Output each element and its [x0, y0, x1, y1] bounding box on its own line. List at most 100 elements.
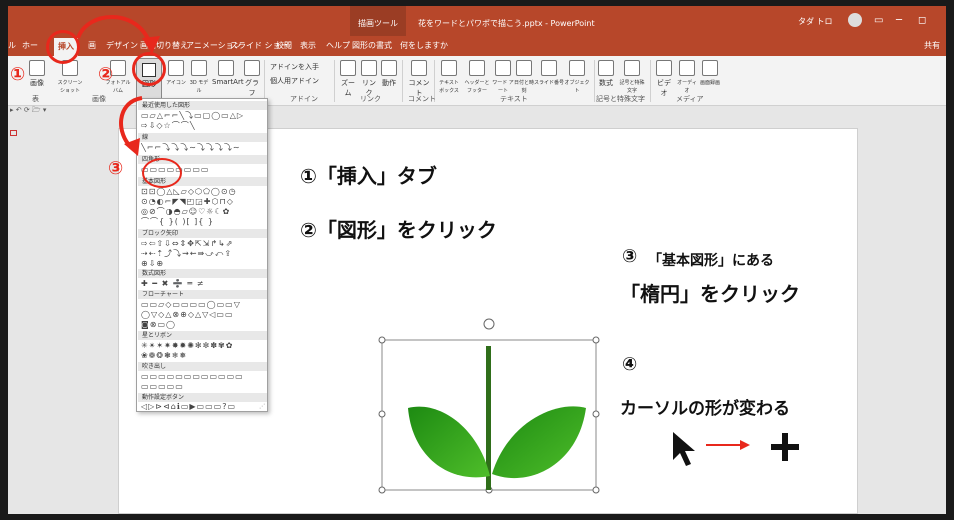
smartart-button[interactable]: SmartArt	[212, 60, 244, 86]
maximize-icon[interactable]: ◻	[918, 15, 926, 26]
shapes-gallery[interactable]: 最近使用した図形 ▭▱△⌐⌐╲⤵▭▢◯▭△▷ ⇨⇩◇☆⌒⌒╲ 線 ╲⌐⌐⤵⤵⤵∼…	[136, 98, 268, 412]
pictures-button[interactable]: 画像	[24, 60, 50, 88]
link-icon	[361, 60, 377, 76]
chart-button[interactable]: グラフ	[242, 60, 262, 98]
date-time-button[interactable]: 日付と時刻	[514, 60, 534, 94]
user-name[interactable]: タダ トロ	[798, 16, 833, 27]
step-3-number: ③	[622, 246, 638, 267]
gallery-row[interactable]: ◯▽◇△⊗⊕◇△▽◁▭▭	[141, 310, 265, 320]
gallery-row[interactable]: ╲⌐⌐⤵⤵⤵∼⤵⤵⤵⤵∼	[141, 143, 265, 153]
gallery-category-action-buttons: 動作設定ボタン	[138, 393, 267, 402]
rotate-handle-icon[interactable]	[483, 318, 495, 330]
tab-shape-format[interactable]: 図形の書式	[352, 40, 392, 51]
gallery-row[interactable]: ▭▭▭▭▭	[141, 382, 265, 392]
gallery-row[interactable]: ⌒⌒{ }( )[ ]{ }	[141, 217, 265, 227]
group-label-text: テキスト	[500, 95, 528, 103]
thumbnail-marker[interactable]	[10, 130, 17, 136]
avatar[interactable]	[848, 13, 862, 27]
action-button[interactable]: 動作	[380, 60, 398, 88]
resize-handle[interactable]	[592, 410, 600, 418]
slide-thumbnail-strip[interactable]	[8, 120, 20, 514]
resize-handle[interactable]	[378, 336, 386, 344]
symbol-label: 記号と特殊文字	[619, 80, 645, 94]
my-addins-button[interactable]: 個人用アドイン	[270, 76, 334, 86]
left-leaf	[408, 406, 490, 478]
text-box-button[interactable]: テキスト ボックス	[436, 60, 462, 94]
gallery-row[interactable]: ⇨⇩◇☆⌒⌒╲	[141, 121, 265, 131]
chart-icon	[244, 60, 260, 76]
smartart-icon	[218, 60, 234, 76]
wordart-button[interactable]: ワード アート	[492, 60, 514, 94]
screen-recording-button[interactable]: 画面録画	[700, 60, 720, 86]
zoom-label: ズーム	[341, 79, 355, 97]
tab-review[interactable]: 校閲	[276, 40, 292, 51]
header-footer-button[interactable]: ヘッダーとフッター	[464, 60, 490, 94]
tab-file[interactable]: ル	[8, 40, 16, 51]
zoom-icon	[340, 60, 356, 76]
screenshot-frame: 描画ツール 花をワードとパワポで描こう.pptx - PowerPoint タダ…	[0, 0, 954, 520]
gallery-row[interactable]: ▭▭▭▭▭▭▭▭▭▭▭▭	[141, 372, 265, 382]
screenshot-button[interactable]: スクリーンショット	[56, 60, 84, 94]
gallery-row[interactable]: ▭▭▱◇▭▭▭▭◯▭▭▽	[141, 300, 265, 310]
minimize-icon[interactable]: ─	[896, 15, 902, 26]
gallery-row[interactable]: ▭▱△⌐⌐╲⤵▭▢◯▭△▷	[141, 111, 265, 121]
gallery-category-lines: 線	[138, 133, 267, 142]
comment-icon	[411, 60, 427, 76]
slide-number-button[interactable]: スライド番号	[534, 60, 564, 86]
crosshair-cursor-icon	[771, 433, 799, 461]
pictures-label: 画像	[30, 79, 44, 87]
tab-help[interactable]: ヘルプ	[326, 40, 350, 51]
ribbon-display-icon[interactable]: ▭	[874, 15, 883, 26]
resize-handle[interactable]	[378, 410, 386, 418]
link-button[interactable]: リンク	[360, 60, 378, 98]
ribbon-separator	[334, 60, 335, 102]
audio-button[interactable]: オーディオ	[676, 60, 698, 94]
gallery-category-equation: 数式図形	[138, 269, 267, 278]
gallery-row[interactable]: ◎⊘⌒◑◓▱☺♡☼☾✿	[141, 207, 265, 217]
share-button[interactable]: 共有	[924, 40, 940, 51]
3d-models-button[interactable]: 3D モデル	[188, 60, 210, 94]
video-icon	[656, 60, 672, 76]
tab-home[interactable]: ホー	[22, 40, 38, 51]
gallery-row[interactable]: ⊙◔◐⌐◤◥◰◲✚⬡⊓◇	[141, 197, 265, 207]
gallery-row[interactable]: ⊡⊡◯△◺▱◇⬡⬠◯⊙◷	[141, 187, 265, 197]
step-4-text: カーソルの形が変わる	[620, 399, 790, 419]
gallery-row[interactable]: ⇢⇠⇡⤴⤵⇝⇜⇛⤻⤺⇪	[141, 249, 265, 259]
resize-handle[interactable]	[592, 486, 600, 494]
resize-handle[interactable]	[378, 486, 386, 494]
gallery-row[interactable]: ◙⊗▭◯	[141, 320, 265, 330]
pi-icon	[598, 60, 614, 76]
zoom-button[interactable]: ズーム	[338, 60, 358, 98]
gallery-row[interactable]: ✳✴✶✷✸✹✺✻✼✽✾✿	[141, 341, 265, 351]
gallery-row[interactable]: ⇨⇦⇧⇩⇔⇕✥⇱⇲↱↳⇗	[141, 239, 265, 249]
gallery-row[interactable]: ◁▷⊳⊲⌂ℹ▭▶▭▭▭?▭	[141, 402, 265, 412]
header-footer-icon	[469, 60, 485, 76]
get-addins-label: アドインを入手	[270, 63, 319, 71]
object-button[interactable]: オブジェクト	[564, 60, 590, 94]
gallery-row[interactable]: ❀❁❂❃❄❅	[141, 351, 265, 361]
get-addins-button[interactable]: アドインを入手	[270, 62, 330, 72]
audio-label: オーディオ	[677, 80, 697, 94]
powerpoint-window: 描画ツール 花をワードとパワポで描こう.pptx - PowerPoint タダ…	[8, 6, 946, 514]
video-label: ビデオ	[657, 79, 671, 97]
gallery-row[interactable]: ✚ ━ ✖ ➗ ═ ≠	[141, 279, 265, 289]
gallery-row[interactable]: ⊕⇩⊕	[141, 259, 265, 269]
tab-view[interactable]: 表示	[300, 40, 316, 51]
gallery-category-callouts: 吹き出し	[138, 362, 267, 371]
object-icon	[569, 60, 585, 76]
symbol-button[interactable]: 記号と特殊文字	[618, 60, 646, 94]
tell-me-search[interactable]: 何をしますか	[400, 40, 448, 51]
step-3-text-line1: 「基本図形」にある	[648, 253, 774, 269]
video-button[interactable]: ビデオ	[654, 60, 674, 98]
ribbon-separator	[402, 60, 403, 102]
group-label-images: 画像	[92, 95, 106, 103]
icons-button[interactable]: アイコン	[166, 60, 186, 86]
plant-graphic[interactable]	[378, 316, 608, 496]
ribbon-separator	[594, 60, 595, 102]
equation-button[interactable]: 数式	[596, 60, 616, 88]
resize-handle[interactable]	[592, 336, 600, 344]
slide-number-icon	[541, 60, 557, 76]
resize-grip-icon[interactable]: ⋰	[259, 403, 265, 410]
group-label-media: メディア	[676, 95, 704, 103]
comment-button[interactable]: コメント	[406, 60, 432, 98]
